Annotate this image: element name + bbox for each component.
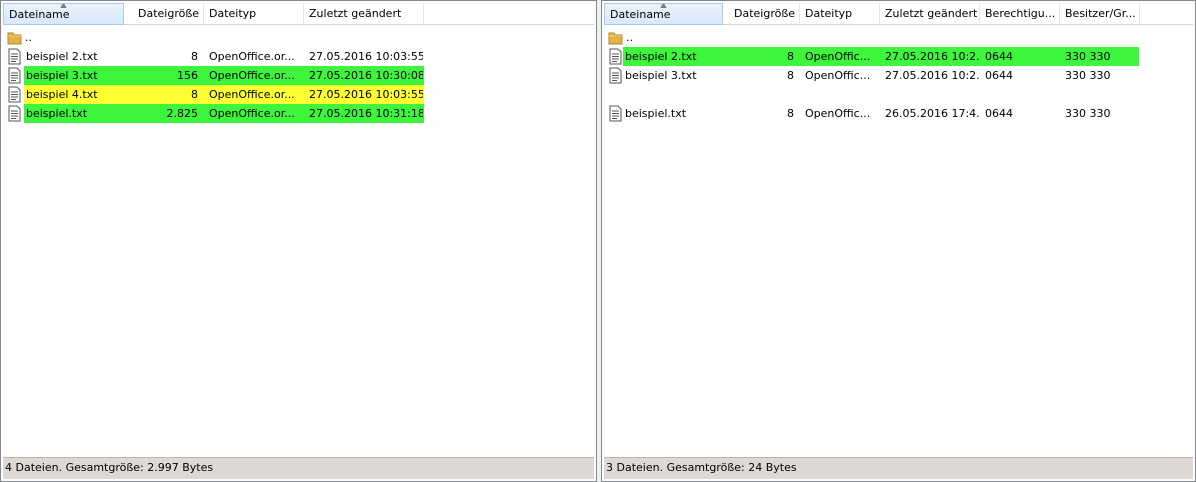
table-row[interactable]: beispiel.txt 2.825 OpenOffice.or... 27.0… <box>3 104 583 123</box>
column-header-size[interactable]: Dateigröße <box>730 3 800 25</box>
file-size: 2.825 <box>166 107 199 120</box>
file-type: OpenOffic... <box>805 69 871 82</box>
table-row[interactable]: beispiel 3.txt 8 OpenOffic... 27.05.2016… <box>604 66 1184 85</box>
column-header-owner[interactable]: Besitzer/Gr... <box>1060 3 1140 25</box>
file-modified: 27.05.2016 10:03:55 <box>309 50 423 63</box>
file-name: beispiel.txt <box>26 107 88 120</box>
file-modified: 27.05.2016 10:2... <box>885 50 979 63</box>
file-name: beispiel 3.txt <box>26 69 98 82</box>
file-modified: 26.05.2016 17:4... <box>885 107 979 120</box>
remote-status-text: 3 Dateien. Gesamtgröße: 24 Bytes <box>606 461 797 474</box>
local-status-bar: 4 Dateien. Gesamtgröße: 2.997 Bytes <box>3 457 594 479</box>
column-header-size[interactable]: Dateigröße <box>124 3 204 25</box>
remote-column-header: ▲ Dateiname Dateigröße Dateityp Zuletzt … <box>604 3 1193 25</box>
file-name: beispiel 3.txt <box>625 69 697 82</box>
text-file-icon <box>8 86 21 103</box>
table-row[interactable]: beispiel.txt 8 OpenOffic... 26.05.2016 1… <box>604 104 1184 123</box>
file-modified: 27.05.2016 10:03:55 <box>309 88 423 101</box>
file-size: 8 <box>787 107 794 120</box>
file-type: OpenOffice.or... <box>209 107 295 120</box>
file-owner: 330 330 <box>1065 107 1111 120</box>
file-size: 8 <box>191 50 198 63</box>
file-owner: 330 330 <box>1065 50 1111 63</box>
parent-dir-label: .. <box>25 31 32 44</box>
file-name: beispiel.txt <box>625 107 687 120</box>
column-header-permissions[interactable]: Berechtigu... <box>980 3 1060 25</box>
file-modified: 27.05.2016 10:30:08 <box>309 69 423 82</box>
file-type: OpenOffic... <box>805 107 871 120</box>
folder-icon <box>608 32 623 45</box>
file-size: 8 <box>787 50 794 63</box>
list-item-parent-dir[interactable]: .. <box>604 28 1184 47</box>
file-modified: 27.05.2016 10:2... <box>885 69 979 82</box>
file-type: OpenOffice.or... <box>209 50 295 63</box>
file-type: OpenOffic... <box>805 50 871 63</box>
local-file-list: .. beispiel 2.txt 8 OpenOffice.or... 27.… <box>3 26 594 453</box>
text-file-icon <box>609 48 622 65</box>
table-row[interactable]: beispiel 3.txt 156 OpenOffice.or... 27.0… <box>3 66 583 85</box>
sort-ascending-icon: ▲ <box>660 3 667 9</box>
file-size: 8 <box>191 88 198 101</box>
remote-file-list: .. beispiel 2.txt 8 OpenOffic... 27.05.2… <box>604 26 1193 453</box>
column-header-type[interactable]: Dateityp <box>800 3 880 25</box>
file-type: OpenOffice.or... <box>209 69 295 82</box>
column-header-modified[interactable]: Zuletzt geändert <box>304 3 424 25</box>
column-header-modified[interactable]: Zuletzt geändert <box>880 3 980 25</box>
local-column-header: ▲ Dateiname Dateigröße Dateityp Zuletzt … <box>3 3 594 25</box>
text-file-icon <box>8 105 21 122</box>
file-size: 8 <box>787 69 794 82</box>
text-file-icon <box>609 67 622 84</box>
text-file-icon <box>8 67 21 84</box>
remote-file-pane: ▲ Dateiname Dateigröße Dateityp Zuletzt … <box>601 0 1196 482</box>
remote-status-bar: 3 Dateien. Gesamtgröße: 24 Bytes <box>604 457 1193 479</box>
folder-icon <box>7 32 22 45</box>
file-permissions: 0644 <box>985 50 1013 63</box>
table-row[interactable]: beispiel 2.txt 8 OpenOffice.or... 27.05.… <box>3 47 583 66</box>
list-item-parent-dir[interactable]: .. <box>3 28 583 47</box>
file-owner: 330 330 <box>1065 69 1111 82</box>
local-file-pane: ▲ Dateiname Dateigröße Dateityp Zuletzt … <box>0 0 597 482</box>
table-row[interactable]: beispiel 4.txt 8 OpenOffice.or... 27.05.… <box>3 85 583 104</box>
column-header-filename[interactable]: ▲ Dateiname <box>3 3 124 25</box>
table-row[interactable]: beispiel 2.txt 8 OpenOffic... 27.05.2016… <box>604 47 1184 66</box>
column-header-filename[interactable]: ▲ Dateiname <box>604 3 723 25</box>
file-size: 156 <box>177 69 198 82</box>
file-name: beispiel 2.txt <box>625 50 697 63</box>
file-permissions: 0644 <box>985 69 1013 82</box>
file-modified: 27.05.2016 10:31:18 <box>309 107 423 120</box>
sort-ascending-icon: ▲ <box>60 3 67 9</box>
file-permissions: 0644 <box>985 107 1013 120</box>
column-header-type[interactable]: Dateityp <box>204 3 304 25</box>
text-file-icon <box>609 105 622 122</box>
file-name: beispiel 4.txt <box>26 88 98 101</box>
text-file-icon <box>8 48 21 65</box>
file-type: OpenOffice.or... <box>209 88 295 101</box>
parent-dir-label: .. <box>626 31 633 44</box>
local-status-text: 4 Dateien. Gesamtgröße: 2.997 Bytes <box>5 461 214 474</box>
file-name: beispiel 2.txt <box>26 50 98 63</box>
